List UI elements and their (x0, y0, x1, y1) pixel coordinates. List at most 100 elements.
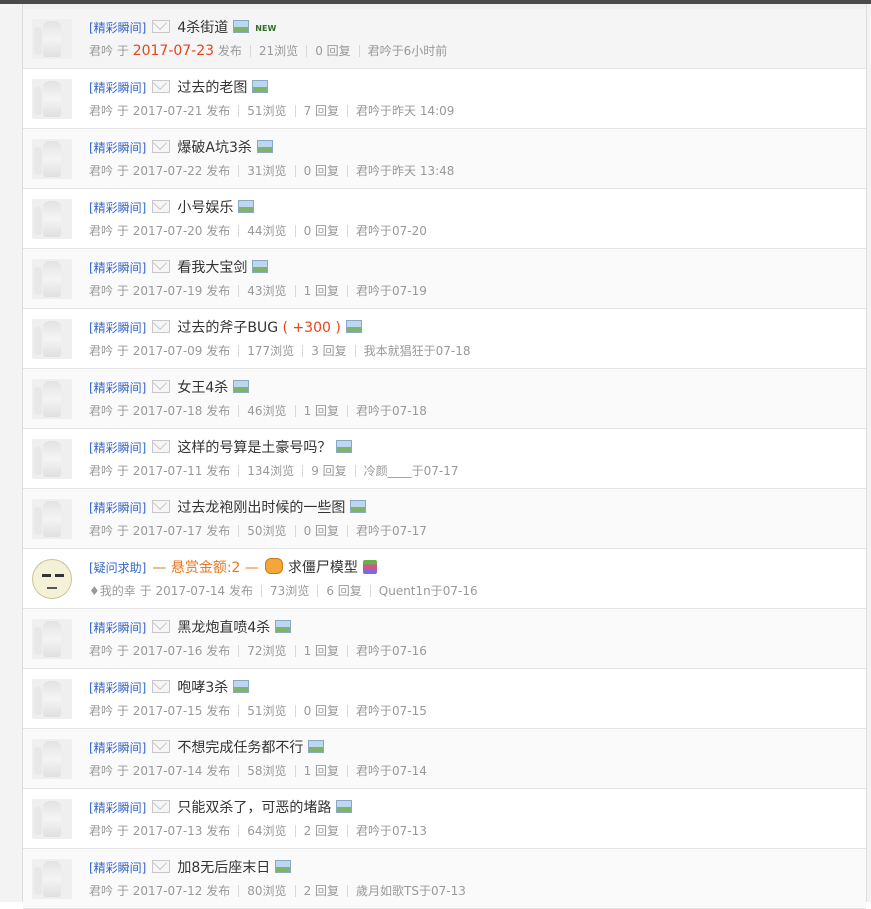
thread-title-link[interactable]: 女王4杀 (177, 380, 228, 396)
avatar[interactable] (32, 859, 72, 899)
thread-row[interactable]: [精彩瞬间] 这样的号算是土豪号吗？ 君吟 于 2017-07-11 发布 134浏览… (23, 429, 866, 489)
author-link[interactable]: ♦我的幸 (89, 584, 136, 598)
thread-row[interactable]: [精彩瞬间] 咆哮3杀 君吟 于 2017-07-15 发布 51浏览 0 回复 君吟于0… (23, 669, 866, 729)
avatar[interactable] (32, 499, 72, 539)
author-link[interactable]: 君吟 (89, 764, 113, 778)
category-tag-link[interactable]: [精彩瞬间] (89, 861, 146, 875)
avatar[interactable] (32, 139, 72, 179)
mail-icon[interactable] (152, 860, 171, 873)
avatar[interactable] (32, 739, 72, 779)
thread-title-link[interactable]: 过去的斧子BUG (177, 320, 278, 336)
last-reply-link[interactable]: 君吟于07-18 (356, 404, 427, 418)
avatar[interactable] (32, 259, 72, 299)
avatar[interactable] (32, 559, 72, 599)
thread-title-link[interactable]: 只能双杀了，可恶的堵路 (177, 800, 331, 816)
thread-title-link[interactable]: 4杀街道 (177, 20, 228, 36)
last-reply-link[interactable]: 君吟于07-14 (356, 764, 427, 778)
author-link[interactable]: 君吟 (89, 404, 113, 418)
thread-title-link[interactable]: 加8无后座末日 (177, 860, 270, 876)
last-reply-link[interactable]: 君吟于昨天 14:09 (356, 104, 454, 118)
thread-title-link[interactable]: 不想完成任务都不行 (177, 740, 303, 756)
thread-row[interactable]: [精彩瞬间] 黑龙炮直喷4杀 君吟 于 2017-07-16 发布 72浏览 1 回复君… (23, 609, 866, 669)
mail-icon[interactable] (152, 740, 171, 753)
thread-title-link[interactable]: 爆破A坑3杀 (177, 140, 251, 156)
author-link[interactable]: 君吟 (89, 704, 113, 718)
category-tag-link[interactable]: [精彩瞬间] (89, 441, 146, 455)
mail-icon[interactable] (152, 200, 171, 213)
last-reply-link[interactable]: 君吟于07-17 (356, 524, 427, 538)
category-tag-link[interactable]: [精彩瞬间] (89, 801, 146, 815)
mail-icon[interactable] (152, 800, 171, 813)
last-reply-link[interactable]: 我本就猖狂于07-18 (364, 344, 471, 358)
category-tag-link[interactable]: [精彩瞬间] (89, 141, 146, 155)
mail-icon[interactable] (152, 620, 171, 633)
category-tag-link[interactable]: [精彩瞬间] (89, 501, 146, 515)
last-reply-link[interactable]: 君吟于07-13 (356, 824, 427, 838)
thread-title-link[interactable]: 过去的老图 (177, 80, 247, 96)
mail-icon[interactable] (152, 500, 171, 513)
author-link[interactable]: 君吟 (89, 164, 113, 178)
category-tag-link[interactable]: [精彩瞬间] (89, 681, 146, 695)
thread-title-link[interactable]: 小号娱乐 (177, 200, 233, 216)
thread-row[interactable]: [疑问求助] — 悬赏金额:2 — 求僵尸模型 ♦我的幸 于 2017-07-14 发… (23, 549, 866, 609)
thread-row[interactable]: [精彩瞬间] 加8无后座末日 君吟 于 2017-07-12 发布 80浏览 2 回复 歲… (23, 849, 866, 909)
category-tag-link[interactable]: [疑问求助] (89, 561, 146, 575)
category-tag-link[interactable]: [精彩瞬间] (89, 261, 146, 275)
avatar[interactable] (32, 19, 72, 59)
thread-row[interactable]: [精彩瞬间] 小号娱乐 君吟 于 2017-07-20 发布 44浏览 0 回复 君吟于0… (23, 189, 866, 249)
last-reply-link[interactable]: 君吟于07-16 (356, 644, 427, 658)
avatar[interactable] (32, 199, 72, 239)
thread-row[interactable]: [精彩瞬间] 过去龙袍刚出时候的一些图 君吟 于 2017-07-17 发布 50浏览… (23, 489, 866, 549)
thread-row[interactable]: [精彩瞬间] 过去的老图 君吟 于 2017-07-21 发布 51浏览 7 回复 君吟于… (23, 69, 866, 129)
last-reply-link[interactable]: 君吟于6小时前 (368, 44, 448, 58)
avatar[interactable] (32, 799, 72, 839)
mail-icon[interactable] (152, 320, 171, 333)
thread-title-link[interactable]: 咆哮3杀 (177, 680, 228, 696)
mail-icon[interactable] (152, 20, 171, 33)
last-reply-link[interactable]: 君吟于07-15 (356, 704, 427, 718)
avatar[interactable] (32, 319, 72, 359)
author-link[interactable]: 君吟 (89, 104, 113, 118)
thread-row[interactable]: [精彩瞬间] 4杀街道 NEW 君吟 于 2017-07-23 发布 21浏览 0 回复君… (23, 9, 866, 69)
avatar[interactable] (32, 439, 72, 479)
mail-icon[interactable] (152, 680, 171, 693)
thread-title-link[interactable]: 看我大宝剑 (177, 260, 247, 276)
mail-icon[interactable] (152, 380, 171, 393)
author-link[interactable]: 君吟 (89, 44, 113, 58)
last-reply-link[interactable]: 冷颜____于07-17 (364, 464, 459, 478)
category-tag-link[interactable]: [精彩瞬间] (89, 21, 146, 35)
category-tag-link[interactable]: [精彩瞬间] (89, 621, 146, 635)
author-link[interactable]: 君吟 (89, 524, 113, 538)
thread-row[interactable]: [精彩瞬间] 女王4杀 君吟 于 2017-07-18 发布 46浏览 1 回复 君吟于0… (23, 369, 866, 429)
mail-icon[interactable] (152, 260, 171, 273)
avatar[interactable] (32, 79, 72, 119)
author-link[interactable]: 君吟 (89, 644, 113, 658)
thread-row[interactable]: [精彩瞬间] 不想完成任务都不行 君吟 于 2017-07-14 发布 58浏览 1 回… (23, 729, 866, 789)
thread-row[interactable]: [精彩瞬间] 看我大宝剑 君吟 于 2017-07-19 发布 43浏览 1 回复 君吟于… (23, 249, 866, 309)
avatar[interactable] (32, 619, 72, 659)
last-reply-link[interactable]: 歲月如歌TS于07-13 (356, 884, 466, 898)
thread-title-link[interactable]: 过去龙袍刚出时候的一些图 (177, 500, 345, 516)
thread-title-link[interactable]: 求僵尸模型 (288, 560, 358, 576)
mail-icon[interactable] (152, 440, 171, 453)
author-link[interactable]: 君吟 (89, 284, 113, 298)
author-link[interactable]: 君吟 (89, 884, 113, 898)
thread-title-link[interactable]: 这样的号算是土豪号吗？ (177, 440, 331, 456)
author-link[interactable]: 君吟 (89, 824, 113, 838)
category-tag-link[interactable]: [精彩瞬间] (89, 321, 146, 335)
mail-icon[interactable] (152, 80, 171, 93)
category-tag-link[interactable]: [精彩瞬间] (89, 81, 146, 95)
avatar[interactable] (32, 379, 72, 419)
category-tag-link[interactable]: [精彩瞬间] (89, 201, 146, 215)
avatar[interactable] (32, 679, 72, 719)
thread-title-link[interactable]: 黑龙炮直喷4杀 (177, 620, 270, 636)
category-tag-link[interactable]: [精彩瞬间] (89, 381, 146, 395)
mail-icon[interactable] (152, 140, 171, 153)
last-reply-link[interactable]: 君吟于07-20 (356, 224, 427, 238)
last-reply-link[interactable]: Quent1n于07-16 (379, 584, 478, 598)
last-reply-link[interactable]: 君吟于07-19 (356, 284, 427, 298)
last-reply-link[interactable]: 君吟于昨天 13:48 (356, 164, 454, 178)
author-link[interactable]: 君吟 (89, 344, 113, 358)
thread-row[interactable]: [精彩瞬间] 爆破A坑3杀 君吟 于 2017-07-22 发布 31浏览 0 回复 君吟… (23, 129, 866, 189)
author-link[interactable]: 君吟 (89, 224, 113, 238)
